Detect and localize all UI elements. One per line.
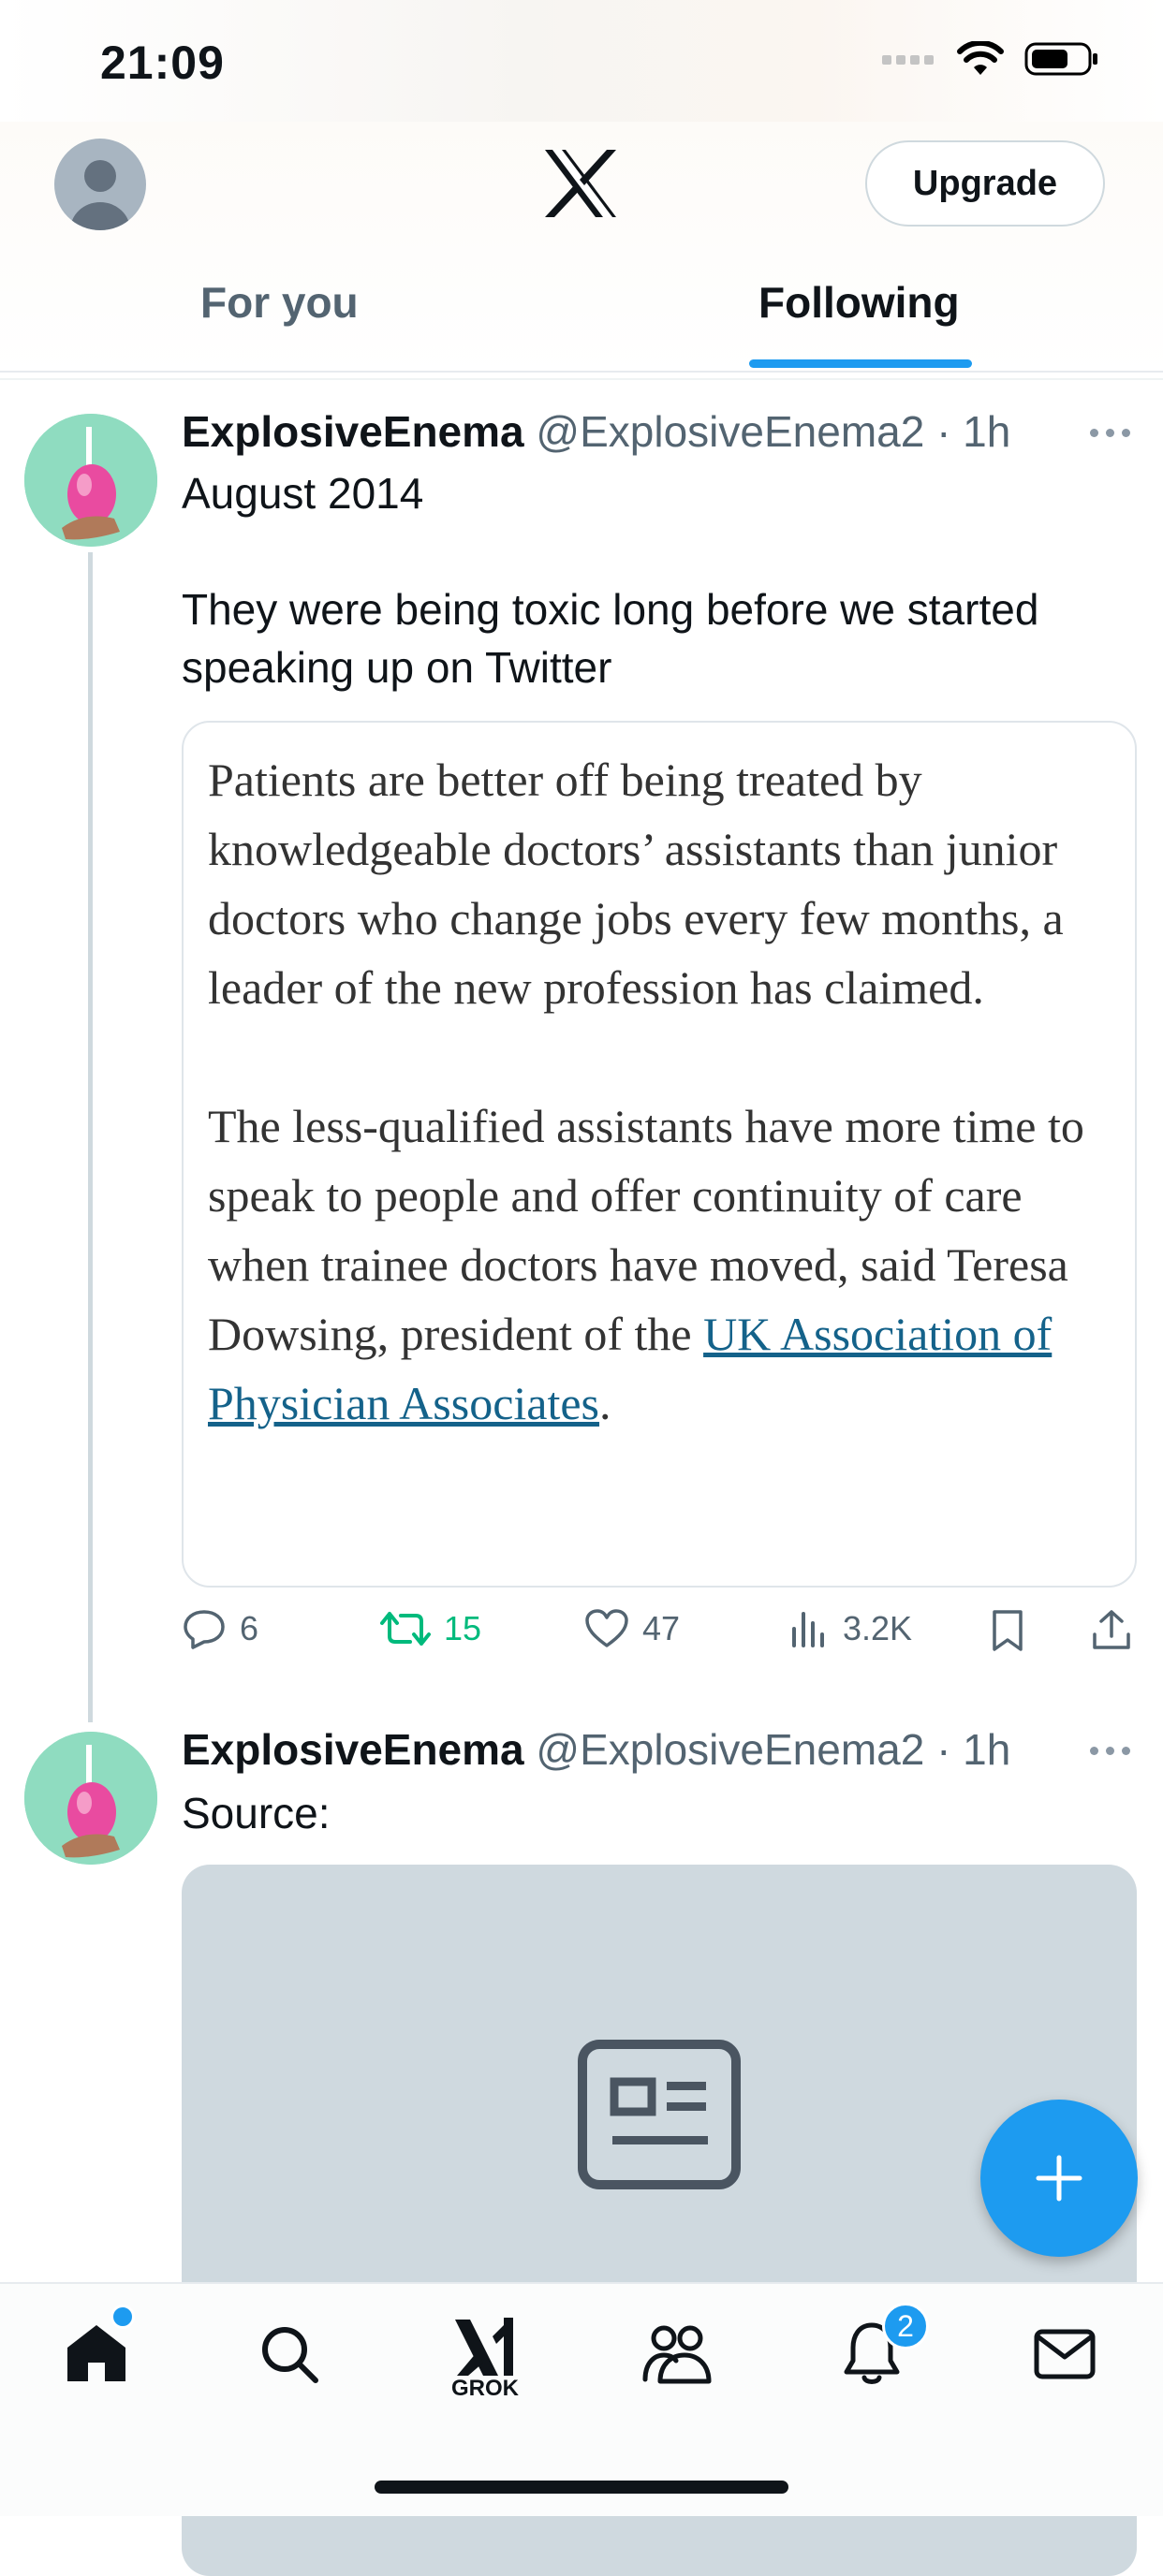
status-icons [882,41,1099,77]
enema-bulb-avatar-image [24,1732,157,1865]
plus-icon [1036,2155,1082,2202]
search-icon [262,2327,318,2383]
home-indicator [375,2481,788,2494]
tweet-actions: 6 15 47 3.2K [182,1608,1137,1668]
nav-messages[interactable] [1023,2312,1107,2396]
heart-icon [585,1609,628,1647]
notifications-badge: 2 [882,2303,929,2349]
more-options-icon[interactable] [1090,429,1130,437]
more-options-icon[interactable] [1090,1747,1130,1755]
reply-button[interactable]: 6 [182,1608,258,1649]
retweet-icon [380,1612,431,1646]
views-count: 3.2K [843,1609,913,1647]
article-placeholder-icon [578,2040,741,2189]
tab-following[interactable]: Following [758,277,960,328]
profile-avatar[interactable] [54,139,146,230]
tweet-header: ExplosiveEnema @ExplosiveEnema2 · 1h [182,406,1010,457]
cellular-signal-icon [882,55,934,65]
tab-for-you[interactable]: For you [200,277,359,328]
views-button[interactable]: 3.2K [788,1608,912,1649]
reply-icon [184,1610,225,1649]
tweet-text: Source: [182,1789,331,1837]
share-button[interactable] [1090,1608,1133,1651]
tweet-author-avatar[interactable] [24,1732,157,1865]
tweet-header: ExplosiveEnema @ExplosiveEnema2 · 1h [182,1724,1010,1775]
tweet-text: They were being toxic long before we sta… [182,585,1039,692]
tweet-author-name[interactable]: ExplosiveEnema [182,407,524,456]
tweet-text: August 2014 [182,469,424,518]
share-icon [1093,1610,1130,1649]
status-bar: 21:09 [0,0,1163,122]
communities-icon [642,2325,712,2384]
nav-search[interactable] [247,2312,331,2396]
envelope-icon [1034,2329,1096,2379]
bookmark-button[interactable] [989,1608,1026,1653]
quoted-paragraph: The less-qualified assistants have more … [208,1091,1116,1438]
retweet-count: 15 [444,1609,482,1647]
tweet-author-handle[interactable]: @ExplosiveEnema2 · 1h [536,1725,1010,1774]
nav-communities[interactable] [635,2312,719,2396]
bookmark-icon [993,1610,1023,1651]
retweet-button[interactable]: 15 [380,1608,481,1649]
grok-icon [455,2318,513,2376]
thread-line [88,552,93,1722]
tab-selected-indicator [749,359,972,368]
like-count: 47 [642,1609,681,1647]
enema-bulb-avatar-image [24,414,157,547]
battery-icon [1024,42,1097,76]
home-icon [67,2325,125,2381]
compose-button[interactable] [980,2100,1138,2257]
default-user-icon [70,160,130,230]
like-button[interactable]: 47 [584,1608,680,1649]
grok-label: GROK [451,2376,519,2401]
quoted-article-text: Patients are better off being treated by… [208,745,1116,1438]
wifi-icon [957,41,1004,75]
header-divider [0,371,1163,373]
tweet-author-avatar[interactable] [24,414,157,547]
tweet-author-handle[interactable]: @ExplosiveEnema2 · 1h [536,407,1010,456]
quoted-article-card[interactable]: Patients are better off being treated by… [182,721,1137,1588]
upgrade-button[interactable]: Upgrade [865,140,1105,227]
reply-count: 6 [240,1609,259,1647]
views-chart-icon [792,1612,824,1647]
quoted-paragraph: Patients are better off being treated by… [208,754,1064,1014]
tweet-author-name[interactable]: ExplosiveEnema [182,1725,524,1774]
header-divider-secondary [0,378,1163,380]
home-unread-dot [110,2305,135,2329]
status-time: 21:09 [100,37,225,89]
x-logo-icon[interactable] [541,148,620,219]
quoted-text: . [599,1377,611,1429]
